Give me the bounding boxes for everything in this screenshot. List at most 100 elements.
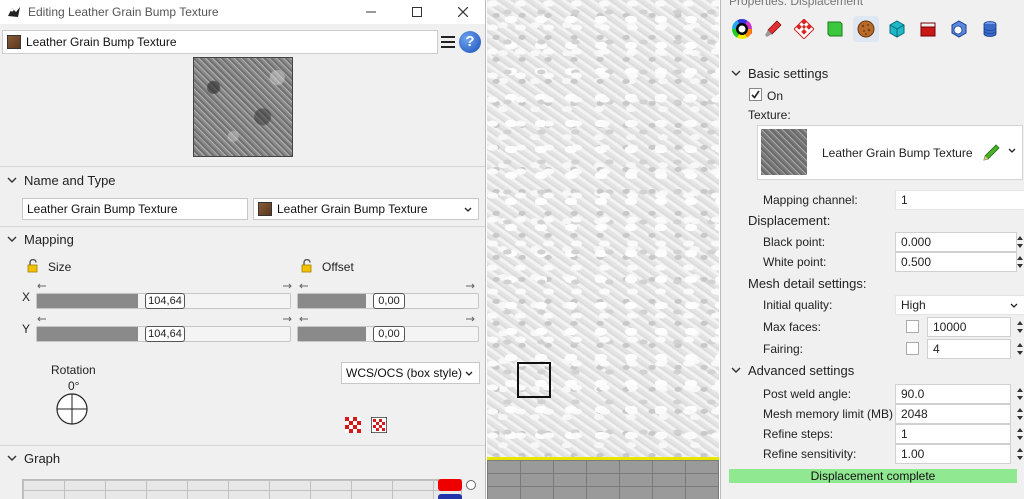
leather-texture-icon bbox=[258, 202, 272, 216]
material-checker-icon[interactable] bbox=[791, 16, 817, 42]
texture-name-bar[interactable]: Leather Grain Bump Texture bbox=[2, 30, 438, 54]
texture-name-text: Leather Grain Bump Texture bbox=[26, 35, 177, 49]
initial-quality-row: Initial quality: High bbox=[757, 295, 1024, 316]
texture-preview bbox=[193, 57, 293, 157]
spinner-icon[interactable] bbox=[1015, 404, 1024, 424]
max-faces-input[interactable]: 10000 bbox=[927, 317, 1011, 337]
help-icon[interactable]: ? bbox=[459, 31, 481, 53]
database-icon[interactable] bbox=[977, 16, 1003, 42]
status-bar: Displacement complete bbox=[729, 469, 1017, 483]
mesh-memory-label: Mesh memory limit (MB) bbox=[763, 407, 894, 421]
size-x-slider[interactable]: 104,64 bbox=[36, 293, 291, 309]
section-mapping[interactable]: Mapping bbox=[0, 229, 74, 249]
hamburger-menu-icon[interactable] bbox=[441, 33, 455, 49]
size-y-value[interactable]: 104,64 bbox=[145, 326, 185, 342]
on-checkbox[interactable] bbox=[749, 88, 762, 101]
graph-blue-channel-swatch[interactable] bbox=[438, 494, 462, 499]
post-weld-row: Post weld angle: 90.0 bbox=[757, 384, 1024, 405]
section-name-type[interactable]: Name and Type bbox=[0, 170, 116, 190]
rotation-dial-icon[interactable] bbox=[55, 392, 89, 426]
viewport-grid bbox=[487, 457, 719, 499]
arrow-left-icon bbox=[299, 283, 308, 289]
arrow-left-icon bbox=[37, 283, 46, 289]
post-weld-input[interactable]: 90.0 bbox=[895, 384, 1011, 404]
arrow-left-icon bbox=[299, 316, 308, 322]
texture-type-value: Leather Grain Bump Texture bbox=[277, 202, 428, 216]
spinner-icon[interactable] bbox=[1015, 232, 1024, 252]
chevron-down-icon bbox=[731, 70, 741, 76]
teal-cube-icon[interactable] bbox=[884, 16, 910, 42]
projection-select[interactable]: WCS/OCS (box style) bbox=[341, 362, 480, 384]
color-wheel-icon[interactable] bbox=[729, 16, 755, 42]
section-title: Advanced settings bbox=[748, 362, 855, 378]
graph-area[interactable] bbox=[22, 479, 462, 499]
texture-label: Texture: bbox=[748, 108, 791, 122]
spinner-icon[interactable] bbox=[1015, 424, 1024, 444]
offset-y-slider[interactable]: 0,00 bbox=[297, 326, 479, 342]
checker-red-icon[interactable] bbox=[345, 417, 361, 433]
offset-y-value[interactable]: 0,00 bbox=[373, 326, 405, 342]
black-point-label: Black point: bbox=[763, 235, 826, 249]
texture-name-input[interactable]: Leather Grain Bump Texture bbox=[22, 198, 248, 220]
checkmark-icon bbox=[751, 90, 760, 99]
chevron-down-icon bbox=[464, 207, 472, 212]
minimize-button[interactable] bbox=[348, 0, 394, 24]
arrow-right-icon bbox=[283, 316, 292, 322]
spinner-icon[interactable] bbox=[1015, 339, 1024, 359]
maximize-button[interactable] bbox=[394, 0, 440, 24]
texture-thumbnail bbox=[761, 129, 807, 175]
section-title: Graph bbox=[24, 450, 61, 466]
section-graph[interactable]: Graph bbox=[0, 448, 60, 468]
unlock-icon[interactable] bbox=[300, 259, 314, 273]
size-y-slider[interactable]: 104,64 bbox=[36, 326, 291, 342]
on-label: On bbox=[767, 89, 784, 103]
fairing-checkbox[interactable] bbox=[906, 342, 919, 355]
graph-red-channel-swatch[interactable] bbox=[438, 479, 462, 491]
black-point-input[interactable]: 0.000 bbox=[895, 232, 1017, 252]
mapping-channel-label: Mapping channel: bbox=[763, 193, 858, 207]
texture-editor-window: Editing Leather Grain Bump Texture Leath… bbox=[0, 0, 486, 499]
close-button[interactable] bbox=[440, 0, 485, 24]
fairing-label: Fairing: bbox=[763, 342, 804, 356]
texture-type-select[interactable]: Leather Grain Bump Texture bbox=[253, 198, 479, 220]
fairing-input[interactable]: 4 bbox=[927, 339, 1011, 359]
pencil-icon[interactable] bbox=[980, 142, 1002, 164]
divider bbox=[0, 166, 485, 167]
mesh-memory-row: Mesh memory limit (MB) 2048 bbox=[757, 404, 1024, 425]
unlock-icon[interactable] bbox=[26, 259, 40, 273]
spinner-icon[interactable] bbox=[1015, 317, 1024, 337]
section-advanced-settings[interactable]: Advanced settings bbox=[721, 360, 854, 380]
spinner-icon[interactable] bbox=[1015, 444, 1024, 464]
refine-sensitivity-input[interactable]: 1.00 bbox=[895, 444, 1011, 464]
graph-radio-button[interactable] bbox=[466, 480, 476, 490]
x-label: X bbox=[22, 290, 31, 304]
rotation-label: Rotation bbox=[51, 363, 96, 377]
spinner-icon[interactable] bbox=[1015, 252, 1024, 272]
red-box-icon[interactable] bbox=[915, 16, 941, 42]
globe-cube-icon[interactable] bbox=[946, 16, 972, 42]
section-basic-settings[interactable]: Basic settings bbox=[721, 63, 828, 83]
size-x-value[interactable]: 104,64 bbox=[145, 293, 185, 309]
spinner-icon[interactable] bbox=[1015, 384, 1024, 404]
initial-quality-select[interactable]: High bbox=[895, 295, 1024, 315]
fairing-row: Fairing: 4 bbox=[757, 339, 1024, 360]
chevron-down-icon[interactable] bbox=[1008, 148, 1016, 154]
leather-texture-icon bbox=[7, 35, 21, 49]
maximize-icon bbox=[412, 7, 422, 17]
green-square-icon[interactable] bbox=[822, 16, 848, 42]
viewport[interactable] bbox=[487, 0, 719, 499]
max-faces-checkbox[interactable] bbox=[906, 320, 919, 333]
offset-x-slider[interactable]: 0,00 bbox=[297, 293, 479, 309]
arrow-left-icon bbox=[37, 316, 46, 322]
checker-framed-icon[interactable] bbox=[371, 417, 387, 433]
section-title: Basic settings bbox=[748, 65, 829, 81]
texture-slot[interactable]: Leather Grain Bump Texture bbox=[757, 125, 1023, 180]
mesh-memory-input[interactable]: 2048 bbox=[895, 404, 1011, 424]
refine-steps-input[interactable]: 1 bbox=[895, 424, 1011, 444]
white-point-input[interactable]: 0.500 bbox=[895, 252, 1017, 272]
mapping-channel-input[interactable]: 1 bbox=[895, 190, 1024, 210]
offset-x-value[interactable]: 0,00 bbox=[373, 293, 405, 309]
paint-brush-icon[interactable] bbox=[760, 16, 786, 42]
ball-texture-icon[interactable] bbox=[853, 16, 879, 42]
close-icon bbox=[458, 7, 468, 17]
